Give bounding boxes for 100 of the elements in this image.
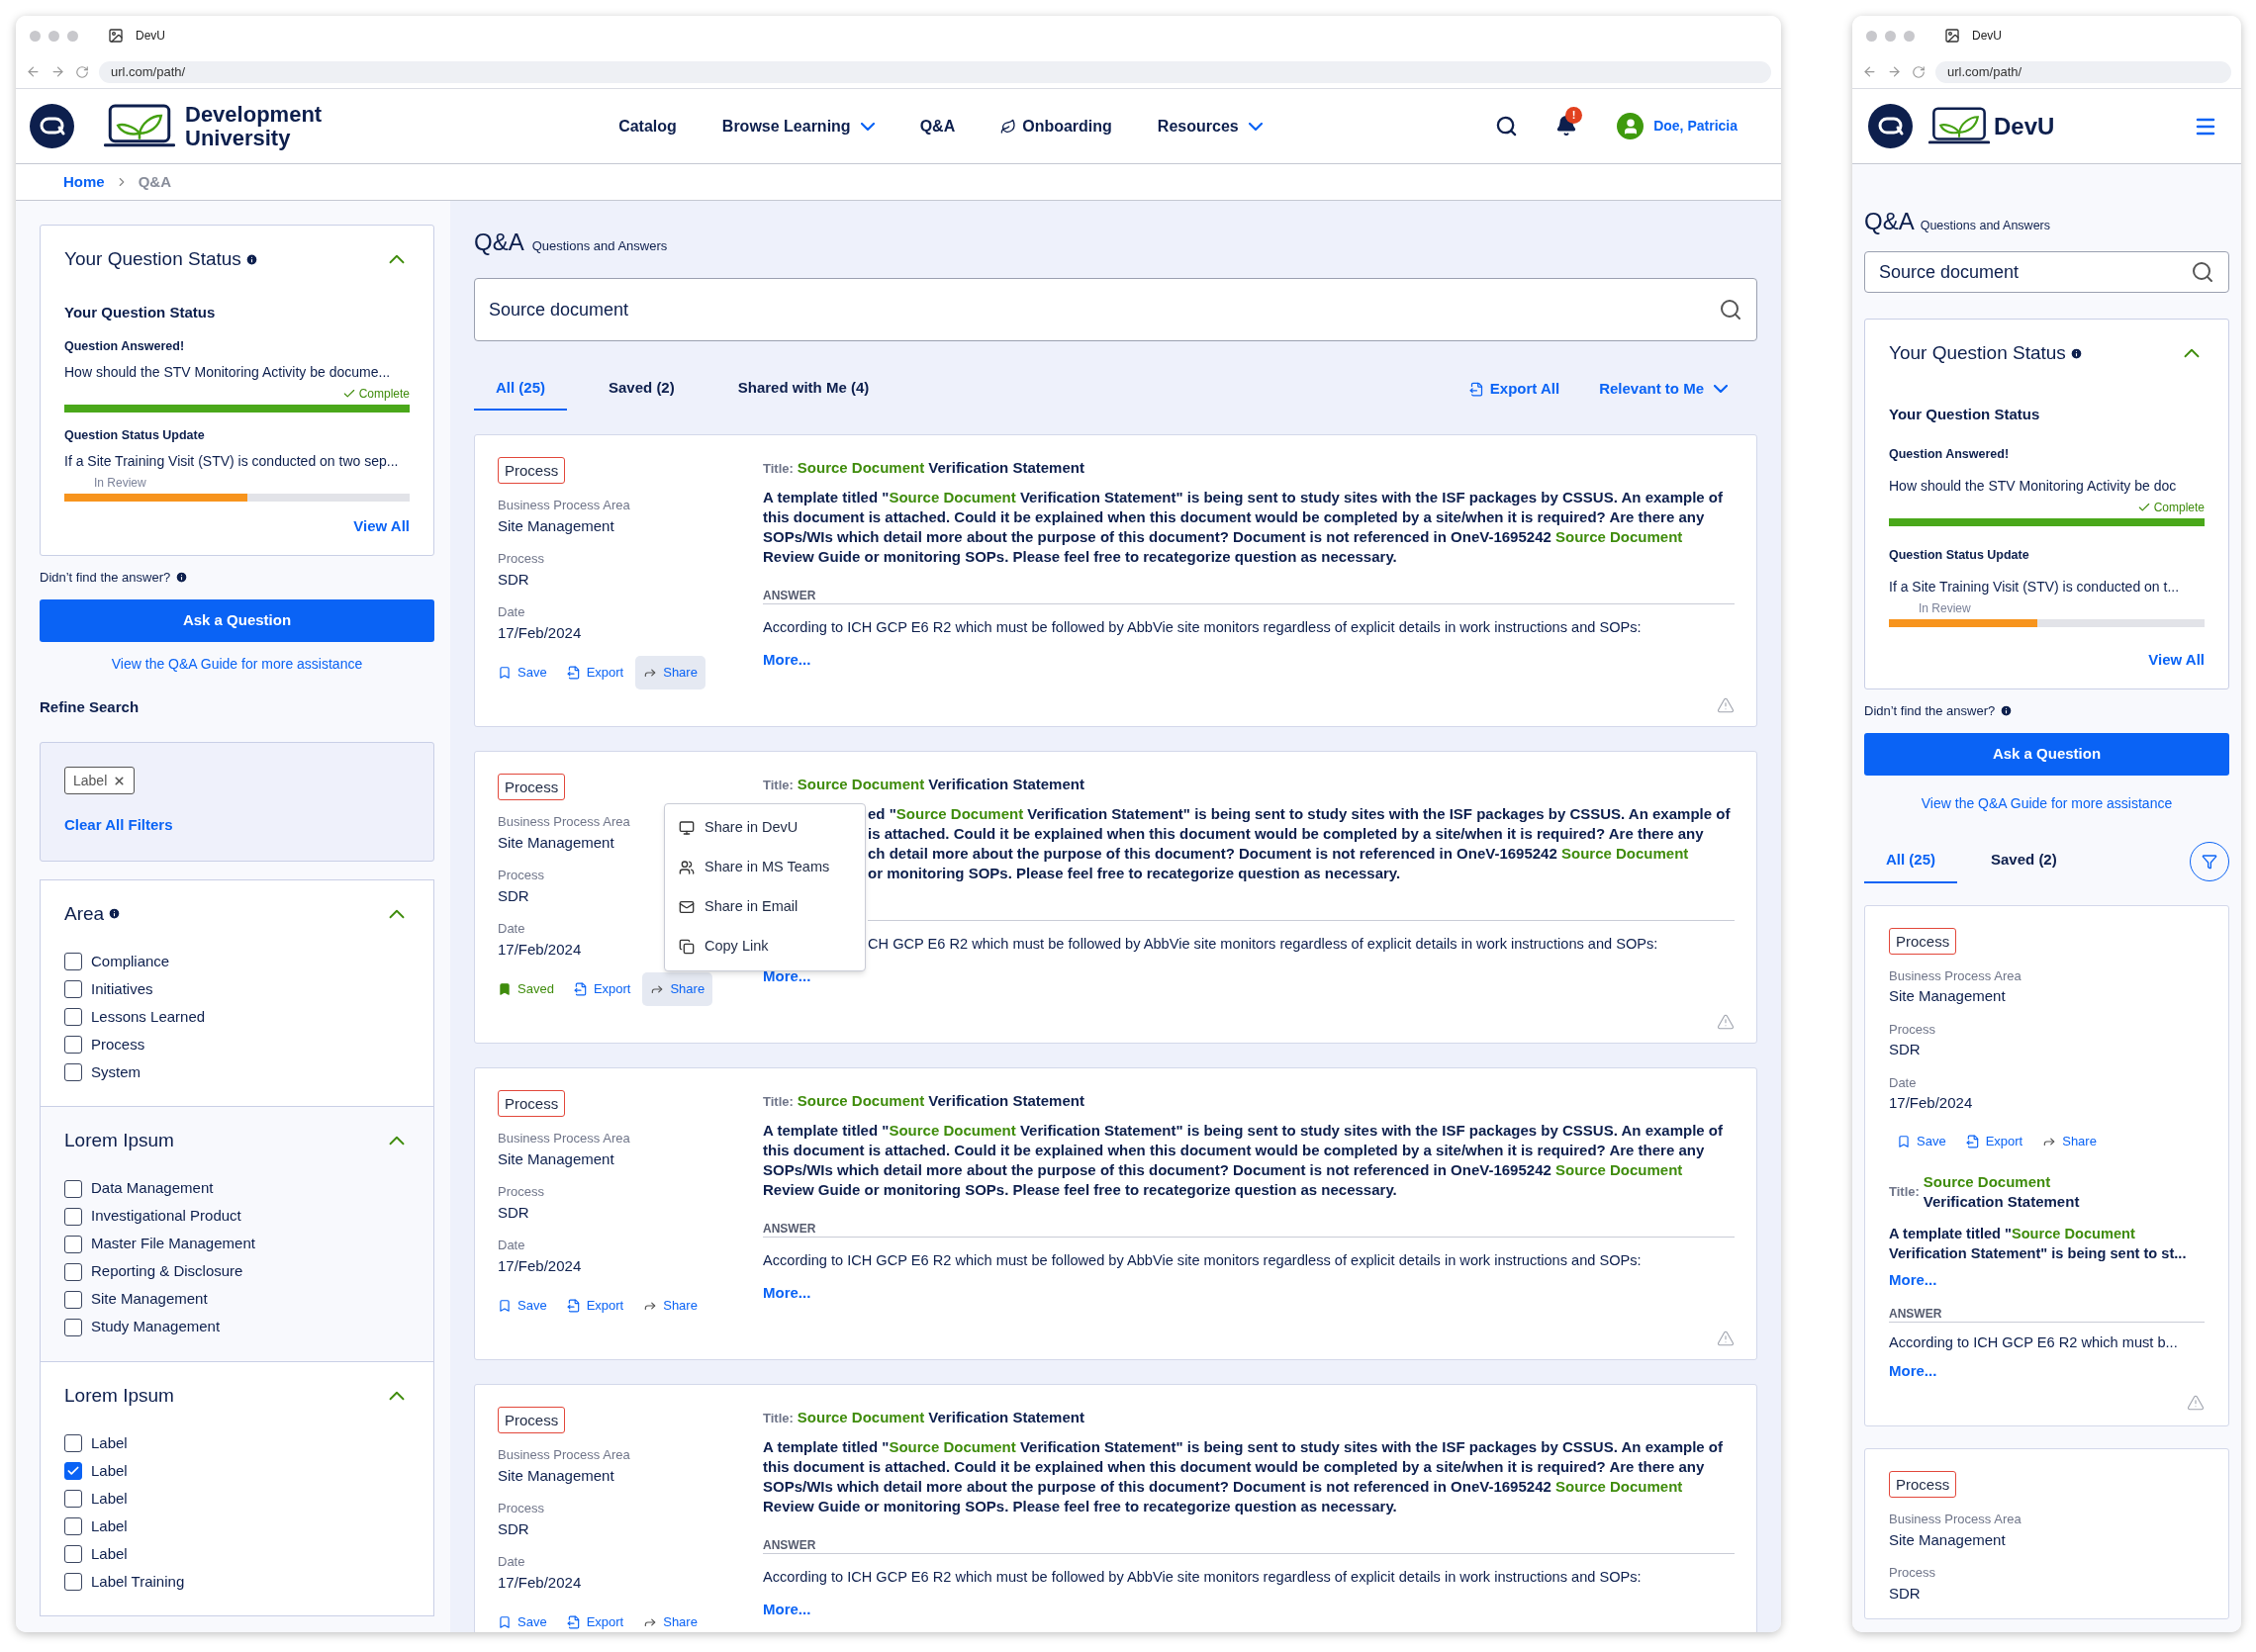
nav-link[interactable]: Q&A bbox=[919, 114, 956, 138]
checkbox[interactable] bbox=[64, 1318, 82, 1336]
question-title[interactable]: Source Document Verification Statement bbox=[1923, 1171, 2112, 1212]
share-button[interactable]: Share bbox=[2034, 1124, 2105, 1158]
ask-question-button[interactable]: Ask a Question bbox=[1864, 732, 2229, 776]
reload-icon[interactable] bbox=[1912, 64, 1926, 79]
info-icon[interactable] bbox=[244, 252, 258, 266]
tab-title[interactable]: DevU bbox=[136, 27, 165, 45]
info-icon[interactable] bbox=[2000, 704, 2014, 718]
info-icon[interactable] bbox=[2069, 346, 2083, 360]
avatar-icon[interactable] bbox=[1617, 113, 1645, 139]
checkbox[interactable] bbox=[64, 1434, 82, 1452]
chevron-down-icon bbox=[1248, 122, 1263, 131]
export-button[interactable]: Export bbox=[1957, 1124, 2031, 1158]
share-menu-item[interactable]: Share in Email bbox=[665, 887, 865, 927]
qa-guide-link[interactable]: View the Q&A Guide for more assistance bbox=[111, 653, 363, 675]
filter-group-title[interactable]: Area bbox=[64, 899, 105, 928]
share-button[interactable]: Share bbox=[635, 1289, 705, 1323]
forward-icon[interactable] bbox=[50, 64, 65, 79]
filter-tab[interactable]: Shared with Me (4) bbox=[715, 367, 892, 411]
share-button[interactable]: Share bbox=[635, 1606, 705, 1632]
share-menu-item[interactable]: Copy Link bbox=[665, 927, 865, 966]
status-item-question[interactable]: If a Site Training Visit (STV) is conducted on two sep... bbox=[64, 450, 410, 472]
address-bar[interactable]: url.com/path/ bbox=[1935, 60, 2231, 83]
clear-all-filters-link[interactable]: Clear All Filters bbox=[64, 814, 410, 837]
more-link[interactable]: More... bbox=[763, 649, 811, 672]
tab-title[interactable]: DevU bbox=[1972, 27, 2002, 45]
filter-tab[interactable]: All (25) bbox=[1864, 839, 1957, 883]
filter-tab[interactable]: All (25) bbox=[474, 367, 567, 411]
info-icon[interactable] bbox=[175, 571, 189, 585]
checkbox[interactable] bbox=[64, 1262, 82, 1281]
qa-guide-link[interactable]: View the Q&A Guide for more assistance bbox=[1921, 792, 2173, 814]
question-title[interactable]: Source Document Verification Statement bbox=[797, 457, 1084, 480]
address-bar[interactable]: url.com/path/ bbox=[99, 60, 1771, 83]
export-button[interactable]: Export bbox=[558, 1606, 632, 1632]
filter-group-title[interactable]: Lorem Ipsum bbox=[64, 1381, 174, 1410]
more-link[interactable]: More... bbox=[1889, 1268, 2205, 1291]
search-icon[interactable] bbox=[2191, 260, 2214, 284]
more-link[interactable]: More... bbox=[763, 1282, 811, 1305]
checkbox[interactable] bbox=[64, 980, 82, 998]
nav-link[interactable]: Onboarding bbox=[1000, 114, 1112, 138]
checkbox[interactable] bbox=[64, 1036, 82, 1054]
breadcrumb-link[interactable]: Q&A bbox=[138, 170, 172, 194]
checkbox[interactable] bbox=[64, 1179, 82, 1198]
checkbox[interactable] bbox=[64, 1008, 82, 1026]
share-menu-item[interactable]: Share in DevU bbox=[665, 808, 865, 848]
status-item-question[interactable]: How should the STV Monitoring Activity be doc bbox=[1889, 475, 2205, 497]
info-icon[interactable] bbox=[108, 907, 122, 921]
reload-icon[interactable] bbox=[75, 64, 89, 79]
save-button[interactable]: Save bbox=[490, 656, 555, 689]
back-icon[interactable] bbox=[26, 64, 41, 79]
checkbox[interactable] bbox=[64, 953, 82, 970]
checkbox[interactable] bbox=[64, 1290, 82, 1309]
nav-link[interactable]: Catalog bbox=[618, 114, 677, 138]
more-link[interactable]: More... bbox=[1889, 1359, 2205, 1383]
save-button[interactable]: Save bbox=[490, 1606, 555, 1632]
back-icon[interactable] bbox=[1862, 64, 1877, 79]
save-button[interactable]: Save bbox=[490, 1289, 555, 1323]
share-menu-item[interactable]: Share in MS Teams bbox=[665, 848, 865, 887]
user-name[interactable]: Doe, Patricia bbox=[1653, 116, 1738, 137]
filter-tab[interactable]: Saved (2) bbox=[1969, 839, 2079, 883]
checkbox[interactable] bbox=[64, 1490, 82, 1508]
status-item-question[interactable]: How should the STV Monitoring Activity be docume... bbox=[64, 361, 410, 383]
search-field[interactable]: Source document bbox=[474, 278, 1757, 341]
checkbox[interactable] bbox=[64, 1462, 82, 1480]
nav-link[interactable]: Browse Learning bbox=[721, 114, 875, 138]
export-button[interactable]: Export bbox=[558, 1289, 632, 1323]
forward-icon[interactable] bbox=[1887, 64, 1902, 79]
filter-chip[interactable]: Label bbox=[64, 767, 136, 794]
more-link[interactable]: More... bbox=[763, 1599, 811, 1621]
checkbox-label: Label bbox=[91, 1460, 128, 1481]
checkbox[interactable] bbox=[64, 1573, 82, 1591]
checkbox[interactable] bbox=[64, 1235, 82, 1253]
breadcrumb-link[interactable]: Home bbox=[63, 170, 105, 194]
checkbox[interactable] bbox=[64, 1517, 82, 1535]
export-button[interactable]: Export bbox=[558, 656, 632, 689]
checkbox[interactable] bbox=[64, 1207, 82, 1226]
export-all-link[interactable]: Export All bbox=[1468, 377, 1560, 401]
save-button[interactable]: Save bbox=[1889, 1124, 1954, 1158]
sort-dropdown[interactable]: Relevant to Me bbox=[1599, 377, 1728, 401]
search-field[interactable]: Source document bbox=[1864, 251, 2229, 293]
share-button[interactable]: Share bbox=[635, 656, 705, 689]
nav-link[interactable]: Resources bbox=[1157, 114, 1263, 138]
view-all-link[interactable]: View All bbox=[353, 514, 410, 537]
view-all-link[interactable]: View All bbox=[2148, 648, 2205, 671]
question-title[interactable]: Source Document Verification Statement bbox=[797, 1090, 1084, 1113]
save-button[interactable]: Saved bbox=[490, 972, 562, 1006]
search-icon[interactable] bbox=[1495, 115, 1519, 138]
filter-group-title[interactable]: Lorem Ipsum bbox=[64, 1127, 174, 1155]
share-button[interactable]: Share bbox=[642, 972, 713, 1006]
status-item-question[interactable]: If a Site Training Visit (STV) is conducted on t... bbox=[1889, 576, 2205, 597]
export-button[interactable]: Export bbox=[565, 972, 639, 1006]
checkbox[interactable] bbox=[64, 1063, 82, 1081]
question-title[interactable]: Source Document Verification Statement bbox=[797, 1407, 1084, 1429]
question-title[interactable]: Source Document Verification Statement bbox=[797, 774, 1084, 796]
search-icon[interactable] bbox=[1719, 298, 1742, 321]
filter-tab[interactable]: Saved (2) bbox=[587, 367, 697, 411]
ask-question-button[interactable]: Ask a Question bbox=[40, 598, 434, 642]
status-subtitle: Your Question Status bbox=[64, 302, 217, 322]
checkbox[interactable] bbox=[64, 1545, 82, 1563]
